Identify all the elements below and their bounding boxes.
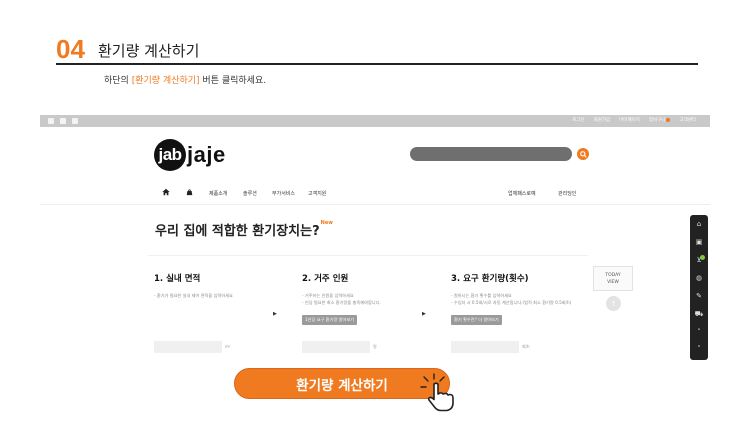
quick-menu: ⌂ ▣ ⊻ ◍ ✎ ⛟ ˄ ˅ xyxy=(690,215,708,360)
people-unit: 명 xyxy=(373,344,377,349)
people-input[interactable] xyxy=(302,341,370,353)
site-logo[interactable]: jab jaje xyxy=(154,139,226,171)
step-people-desc: - 거주하는 인원을 입력하세요 - 인당 필요한 최소 환기량을 충족해야합니… xyxy=(302,292,432,306)
nav-item-solution[interactable]: 솔루션 xyxy=(243,190,257,197)
scroll-top-icon[interactable]: ↑ xyxy=(606,296,621,311)
chevron-down-icon[interactable]: ˅ xyxy=(690,345,708,353)
new-badge: New xyxy=(320,220,333,226)
calc-step-rate: 3. 요구 환기량(횟수) - 원하시는 환기 횟수를 입력하세요 - 수입처 … xyxy=(451,272,581,325)
instruction-prefix: 하단의 xyxy=(104,76,132,86)
top-utility-bar: 로그인 회원가입 마이페이지 장바구니 고객센터 xyxy=(40,115,710,127)
facebook-icon[interactable] xyxy=(48,118,54,124)
search-icon[interactable] xyxy=(577,148,589,160)
guide-page: 04 환기량 계산하기 하단의 [환기량 계산하기] 버튼 클릭하세요. 로그인… xyxy=(0,0,750,422)
truck-icon[interactable]: ⛟ xyxy=(690,310,708,319)
next-arrow-icon: ▶ xyxy=(422,311,426,317)
step-rate-desc-line: - 수입처 시 0.5회/시로 자동 계산됩니다.(법적 최소 환기량 0.5회… xyxy=(451,300,572,305)
logo-text: jaje xyxy=(187,142,226,167)
step-area-title: 1. 실내 면적 xyxy=(154,274,201,284)
logo-badge: jab xyxy=(154,139,186,171)
step-rate-desc: - 원하시는 환기 횟수를 입력하세요 - 수입처 시 0.5회/시로 자동 계… xyxy=(451,292,581,306)
step-number: 04 xyxy=(56,34,85,64)
step-rate-desc-line: - 원하시는 환기 횟수를 입력하세요 xyxy=(451,293,512,298)
customer-center-link[interactable]: 고객센터 xyxy=(679,117,696,123)
step-rate-title: 3. 요구 환기량(횟수) xyxy=(451,274,529,284)
nav-item-services[interactable]: 부가서비스 xyxy=(272,190,295,197)
area-unit: m² xyxy=(225,344,231,349)
nav-divider xyxy=(40,204,710,205)
step-instruction: 하단의 [환기량 계산하기] 버튼 클릭하세요. xyxy=(104,73,266,86)
home-icon[interactable] xyxy=(162,188,170,198)
today-view-box[interactable]: TODAY VIEW xyxy=(593,266,633,291)
today-view-line: VIEW xyxy=(607,280,619,285)
next-arrow-icon: ▶ xyxy=(273,311,277,317)
signup-link[interactable]: 회원가입 xyxy=(594,117,611,123)
blog-icon[interactable] xyxy=(60,118,66,124)
instruction-highlight: [환기량 계산하기] xyxy=(131,76,200,86)
cart-icon[interactable]: ⊻ xyxy=(690,256,708,264)
calc-step-area: 1. 실내 면적 - 환기가 필요한 실내 제어 면적을 입력하세요 xyxy=(154,272,284,299)
home-icon[interactable]: ⌂ xyxy=(690,220,708,228)
rate-input[interactable] xyxy=(451,341,519,353)
nav-item-partner[interactable]: 업체패스로예 xyxy=(508,190,536,197)
chat-icon[interactable]: ◍ xyxy=(690,274,708,282)
section-headline: 우리 집에 적합한 환기장치는?New xyxy=(155,220,333,239)
hand-pointer-icon xyxy=(420,373,454,412)
title-divider xyxy=(56,63,698,65)
edit-icon[interactable]: ✎ xyxy=(690,292,708,300)
mypage-link[interactable]: 마이페이지 xyxy=(619,117,640,123)
instruction-suffix: 버튼 클릭하세요. xyxy=(199,76,267,86)
cart-count-badge xyxy=(666,117,671,122)
shop-bag-icon[interactable] xyxy=(186,188,193,198)
people-info-button[interactable]: 1인당 요구 환기량 알아보기 xyxy=(302,315,358,325)
login-link[interactable]: 로그인 xyxy=(572,117,584,123)
step-area-desc-line: - 환기가 필요한 실내 제어 면적을 입력하세요 xyxy=(154,293,233,298)
sns-links xyxy=(48,118,78,124)
step-area-desc: - 환기가 필요한 실내 제어 면적을 입력하세요 xyxy=(154,292,284,299)
step-title: 환기량 계산하기 xyxy=(98,42,200,60)
main-nav: 제품소개 솔루션 부가서비스 고객지원 업체패스로예 관리딩인 xyxy=(40,187,710,201)
step-people-desc-line: - 거주하는 인원을 입력하세요 xyxy=(302,293,354,298)
rate-unit: 회/h xyxy=(522,344,530,349)
nav-item-support[interactable]: 고객지원 xyxy=(308,190,326,197)
step-people-desc-line: - 인당 필요한 최소 환기량을 충족해야합니다. xyxy=(302,300,381,305)
headline-text: 우리 집에 적합한 환기장치는? xyxy=(155,224,320,239)
calc-step-people: 2. 거주 인원 - 거주하는 인원을 입력하세요 - 인당 필요한 최소 환기… xyxy=(302,272,432,325)
utility-links: 로그인 회원가입 마이페이지 장바구니 고객센터 xyxy=(572,117,696,123)
calculate-ventilation-button[interactable]: 환기량 계산하기 xyxy=(234,368,450,399)
rate-info-button[interactable]: 환기 횟수란? 더 알아보기 xyxy=(451,315,502,325)
step-people-title: 2. 거주 인원 xyxy=(302,274,349,284)
calculator-divider xyxy=(148,255,588,256)
chevron-up-icon[interactable]: ˄ xyxy=(690,328,708,336)
cart-link-label: 장바구니 xyxy=(648,118,666,123)
instagram-icon[interactable] xyxy=(72,118,78,124)
calendar-icon[interactable]: ▣ xyxy=(690,238,708,246)
nav-item-products[interactable]: 제품소개 xyxy=(209,190,227,197)
area-input[interactable] xyxy=(154,341,222,353)
nav-item-admin[interactable]: 관리딩인 xyxy=(558,190,576,197)
today-view-line: TODAY xyxy=(605,273,621,278)
search-input[interactable] xyxy=(410,147,572,161)
cart-link[interactable]: 장바구니 xyxy=(649,117,671,123)
cart-count-badge xyxy=(700,255,705,260)
